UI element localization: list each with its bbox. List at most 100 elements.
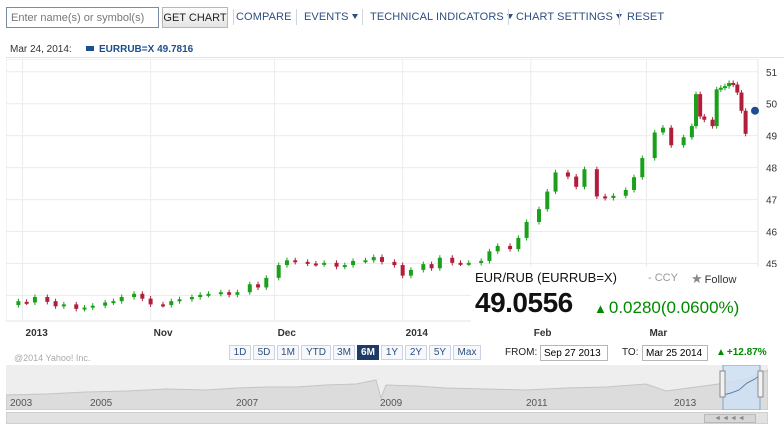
candle-down <box>429 264 434 269</box>
range-button-3m[interactable]: 3M <box>333 345 355 360</box>
technical-indicators-menu[interactable]: TECHNICAL INDICATORS <box>370 11 513 23</box>
candle-down <box>574 176 579 187</box>
x-tick-label: Feb <box>534 328 552 339</box>
navigator-scrollbar[interactable] <box>6 412 768 424</box>
range-button-6m[interactable]: 6M <box>357 345 379 360</box>
candle-up <box>623 190 628 196</box>
range-button-ytd[interactable]: YTD <box>301 345 331 360</box>
scroll-thumb[interactable]: ◄◄◄◄ <box>704 414 756 423</box>
candle-down <box>256 284 261 288</box>
candle-up <box>363 260 368 263</box>
candle-up <box>132 293 137 298</box>
candle-up <box>119 297 124 302</box>
candle-up <box>466 262 471 265</box>
candle-up <box>169 301 174 306</box>
candle-down <box>140 293 145 299</box>
range-button-1m[interactable]: 1M <box>277 345 299 360</box>
candle-up <box>351 260 356 266</box>
candle-up <box>189 297 194 300</box>
chart-legend: Mar 24, 2014: EURRUB=X 49.7816 <box>6 40 784 58</box>
from-label: FROM: <box>505 347 538 358</box>
time-navigator[interactable]: 2003 2005 2007 2009 2011 2013 <box>6 365 768 410</box>
range-button-1y[interactable]: 1Y <box>381 345 403 360</box>
candle-up <box>276 265 281 278</box>
candle-up <box>264 277 269 288</box>
reset-button[interactable]: RESET <box>627 11 664 23</box>
get-chart-button[interactable]: GET CHART <box>162 7 228 28</box>
x-tick-label: 2014 <box>406 328 429 339</box>
candle-up <box>495 245 500 252</box>
candle-up <box>553 172 558 192</box>
candle-up <box>218 292 223 295</box>
technical-indicators-label: TECHNICAL INDICATORS <box>370 11 504 23</box>
candle-up <box>103 302 108 306</box>
candle-up <box>689 126 694 138</box>
y-tick-label: 51 <box>766 68 778 79</box>
candle-up <box>32 297 37 303</box>
chart-toolbar: GET CHART COMPARE EVENTS TECHNICAL INDIC… <box>0 0 784 38</box>
candle-up <box>61 304 66 307</box>
candle-up <box>714 89 719 127</box>
candle-up <box>640 158 645 178</box>
events-menu[interactable]: EVENTS <box>304 11 358 23</box>
candle-up <box>516 237 521 250</box>
candle-down <box>293 260 298 263</box>
range-button-2y[interactable]: 2Y <box>405 345 427 360</box>
candle-up <box>198 294 203 298</box>
candle-down <box>698 94 703 117</box>
x-tick-label: 2013 <box>26 328 49 339</box>
candle-up <box>537 209 542 222</box>
candle-down <box>392 261 397 266</box>
quote-change-value: 0.0280 <box>608 298 661 317</box>
candle-up <box>111 301 116 304</box>
navigator-year: 2011 <box>526 398 548 409</box>
candle-down <box>565 172 570 177</box>
compare-menu[interactable]: COMPARE <box>236 11 292 23</box>
candle-down <box>74 304 79 309</box>
from-date-input[interactable] <box>540 345 608 361</box>
follow-label: Follow <box>704 274 737 286</box>
candle-up <box>421 264 426 270</box>
range-button-5d[interactable]: 5D <box>253 345 275 360</box>
candle-down <box>669 127 674 146</box>
y-tick-label: 49 <box>766 132 778 143</box>
candle-up <box>479 260 484 263</box>
candle-up <box>524 221 529 238</box>
range-percent-change: ▲+12.87% <box>716 347 767 358</box>
follow-button[interactable]: ★ Follow <box>691 271 736 287</box>
candle-down <box>380 257 384 262</box>
to-label: TO: <box>622 347 639 358</box>
candle-up <box>632 177 637 190</box>
candle-up <box>408 269 413 276</box>
chart-settings-menu[interactable]: CHART SETTINGS <box>516 11 622 23</box>
navigator-year: 2013 <box>674 398 697 409</box>
candle-down <box>710 119 715 127</box>
candle-down <box>45 297 50 302</box>
symbol-search-input[interactable] <box>6 7 159 28</box>
quote-change: ▲ 0.0280(0.0600%) <box>594 298 739 318</box>
range-button-1d[interactable]: 1D <box>229 345 251 360</box>
candle-down <box>305 261 310 264</box>
candle-up <box>582 169 587 187</box>
up-arrow-icon: ▲ <box>594 301 607 316</box>
candle-down <box>594 169 599 197</box>
to-date-input[interactable] <box>642 345 708 361</box>
candle-up <box>371 257 376 261</box>
y-tick-label: 46 <box>766 228 778 239</box>
toolbar-divider <box>296 9 297 25</box>
candle-down <box>161 304 166 307</box>
chart-settings-label: CHART SETTINGS <box>516 11 613 23</box>
range-button-max[interactable]: Max <box>453 345 481 360</box>
legend-series-swatch <box>86 46 94 51</box>
copyright-text: @2014 Yahoo! Inc. <box>14 353 91 363</box>
star-icon: ★ <box>691 271 703 286</box>
candle-down <box>735 84 740 93</box>
candle-down <box>743 110 748 134</box>
candle-down <box>227 292 232 295</box>
x-tick-label: Nov <box>154 328 173 339</box>
range-button-5y[interactable]: 5Y <box>429 345 451 360</box>
candle-up <box>545 191 550 210</box>
navigator-left-handle <box>719 370 726 398</box>
compare-label: COMPARE <box>236 11 292 23</box>
navigator-year: 2009 <box>380 398 403 409</box>
